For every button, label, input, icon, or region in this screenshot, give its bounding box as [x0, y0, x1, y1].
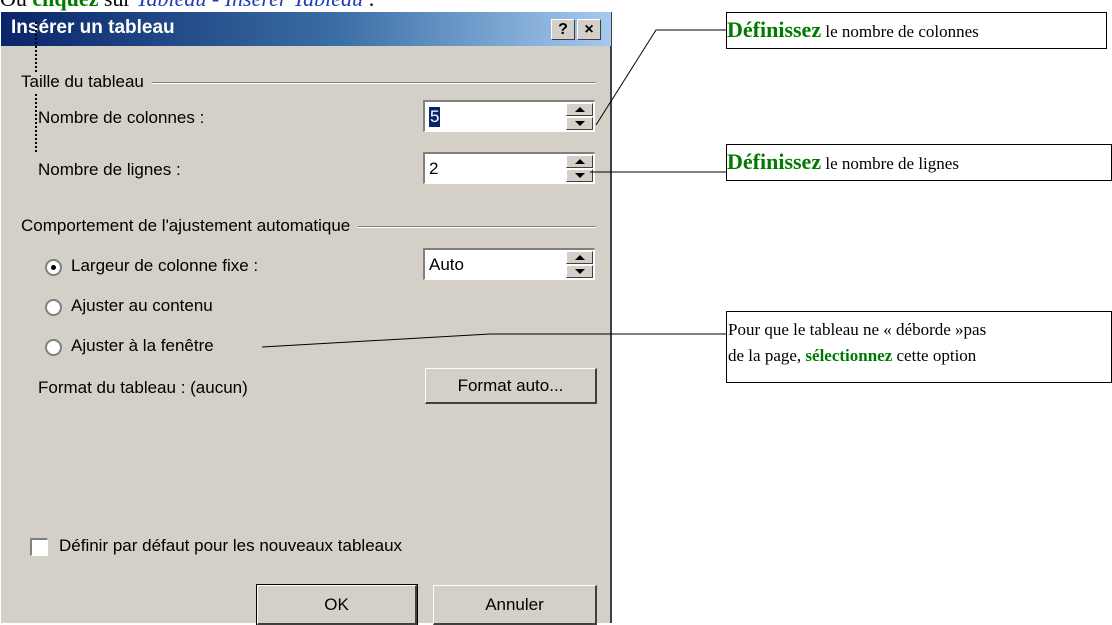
callout-rows-bold: Définissez: [727, 149, 822, 174]
callout-window-text-c: cette option: [892, 346, 977, 365]
callout-window-line2: de la page, sélectionnez cette option: [728, 343, 1111, 369]
callout-window-line1: Pour que le tableau ne « déborde »pas: [728, 320, 987, 339]
callout-rows-text: le nombre de lignes: [821, 154, 959, 173]
callout-columns: Définissez le nombre de colonnes: [726, 12, 1107, 49]
callout-rows: Définissez le nombre de lignes: [726, 144, 1112, 181]
callout-window-bold: sélectionnez: [805, 346, 893, 365]
callout-window-text-a: de la page,: [728, 346, 806, 365]
callout-columns-text: le nombre de colonnes: [821, 22, 979, 41]
leader-columns: [595, 29, 726, 126]
callout-columns-bold: Définissez: [727, 17, 822, 42]
leader-window: [261, 333, 726, 348]
callout-window: Pour que le tableau ne « déborde »pas de…: [726, 311, 1112, 383]
